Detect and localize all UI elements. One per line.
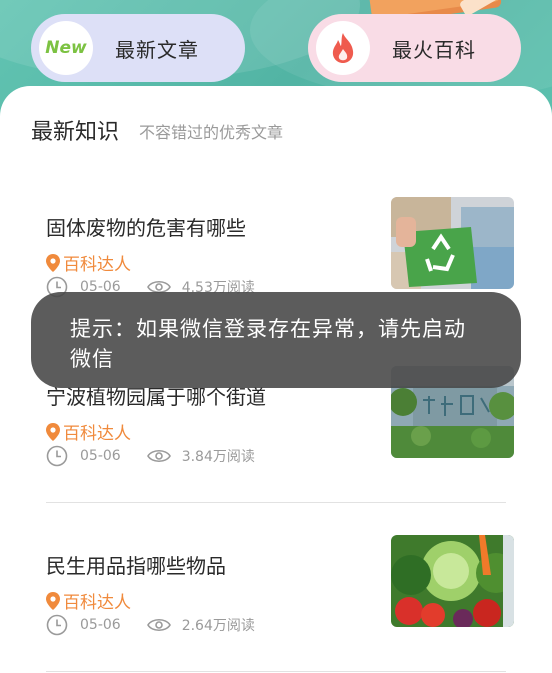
tab-latest-articles-label: 最新文章: [115, 37, 199, 62]
location-pin-icon: [46, 422, 60, 441]
article-item[interactable]: 民生用品指哪些物品 百科达人 05-06 2.64万阅读: [0, 535, 552, 660]
article-date: 05-06: [80, 617, 121, 633]
tab-hottest-encyclopedia-label: 最火百科: [392, 37, 476, 62]
flame-icon: [316, 21, 370, 75]
clock-icon: [46, 614, 68, 636]
toast-message: 提示：如果微信登录存在异常，请先启动微信: [31, 292, 521, 388]
tab-latest-articles[interactable]: New 最新文章: [31, 14, 245, 82]
list-divider: [46, 671, 506, 672]
article-reads: 3.84万阅读: [181, 449, 255, 465]
list-divider: [46, 502, 506, 503]
tab-hottest-encyclopedia[interactable]: 最火百科: [308, 14, 521, 82]
clock-icon: [46, 445, 68, 467]
author-name: 百科达人: [63, 593, 131, 613]
article-item[interactable]: 宁波植物园属于哪个街道 百科达人 05-06 3.84万阅读: [0, 366, 552, 491]
article-title: 固体废物的危害有哪些: [46, 216, 246, 240]
author-name: 百科达人: [63, 255, 131, 275]
article-reads: 2.64万阅读: [181, 618, 255, 634]
article-title: 民生用品指哪些物品: [46, 554, 226, 578]
author-name: 百科达人: [63, 424, 131, 444]
article-date: 05-06: [80, 448, 121, 464]
new-badge-icon: New: [39, 21, 93, 75]
article-author: 百科达人: [46, 250, 131, 275]
vegetables-image: [391, 535, 514, 627]
article-author: 百科达人: [46, 419, 131, 444]
eye-icon: [146, 449, 171, 463]
section-title: 最新知识: [31, 120, 120, 145]
section-subtitle: 不容错过的优秀文章: [139, 123, 284, 142]
recycling-image: [391, 197, 514, 289]
article-meta: 05-06 3.84万阅读: [46, 445, 255, 467]
article-author: 百科达人: [46, 588, 131, 613]
eye-icon: [146, 618, 171, 632]
location-pin-icon: [46, 591, 60, 610]
location-pin-icon: [46, 253, 60, 272]
article-meta: 05-06 2.64万阅读: [46, 614, 255, 636]
